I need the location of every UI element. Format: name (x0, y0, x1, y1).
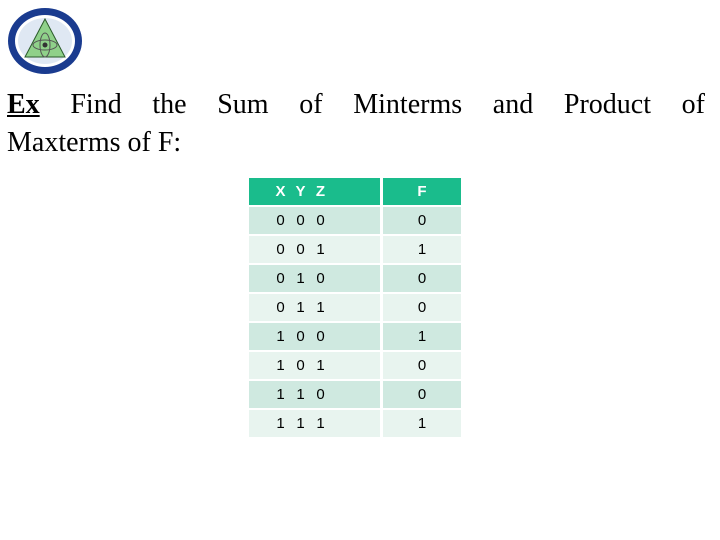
output-f-value: 0 (383, 294, 461, 323)
input-z-value: 0 (316, 386, 325, 403)
input-cell: 011 (249, 294, 383, 323)
header-f: F (383, 178, 461, 207)
university-seal-logo (5, 5, 83, 75)
truth-table: X Y Z F 00000011010001101001101011001111 (249, 178, 461, 439)
input-x-value: 0 (276, 241, 285, 258)
heading-word: Find (70, 89, 122, 120)
input-cell: 100 (249, 323, 383, 352)
input-x-value: 0 (276, 270, 285, 287)
heading-word: of (299, 89, 323, 120)
header-x: X (275, 183, 286, 200)
output-f-value: 1 (383, 323, 461, 352)
table-row: 1001 (249, 323, 461, 352)
input-x-value: 0 (276, 212, 285, 229)
table-row: 0100 (249, 265, 461, 294)
input-cell: 101 (249, 352, 383, 381)
exercise-label: Ex (7, 89, 40, 120)
header-y: Y (295, 183, 306, 200)
output-f-value: 0 (383, 352, 461, 381)
input-cell: 111 (249, 410, 383, 439)
input-z-value: 0 (316, 328, 325, 345)
table-row: 1010 (249, 352, 461, 381)
input-z-value: 0 (316, 212, 325, 229)
exercise-heading: Ex Find the Sum of Minterms and Product … (7, 86, 707, 162)
input-z-value: 0 (316, 270, 325, 287)
input-cell: 110 (249, 381, 383, 410)
input-y-value: 1 (296, 270, 305, 287)
input-y-value: 0 (296, 212, 305, 229)
output-f-value: 0 (383, 381, 461, 410)
input-cell: 001 (249, 236, 383, 265)
input-y-value: 1 (296, 415, 305, 432)
input-x-value: 0 (276, 299, 285, 316)
input-z-value: 1 (316, 299, 325, 316)
header-z: Z (315, 183, 326, 200)
input-x-value: 1 (276, 357, 285, 374)
input-x-value: 1 (276, 328, 285, 345)
output-f-value: 0 (383, 207, 461, 236)
heading-line-1: Ex Find the Sum of Minterms and Product … (7, 86, 705, 124)
table-row: 0000 (249, 207, 461, 236)
table-row: 1100 (249, 381, 461, 410)
input-cell: 000 (249, 207, 383, 236)
heading-line-2: Maxterms of F: (7, 127, 182, 158)
input-y-value: 0 (296, 328, 305, 345)
heading-word: the (152, 89, 187, 120)
output-f-value: 0 (383, 265, 461, 294)
input-z-value: 1 (316, 357, 325, 374)
heading-word: Product (563, 89, 651, 120)
input-x-value: 1 (276, 386, 285, 403)
table-row: 1111 (249, 410, 461, 439)
input-cell: 010 (249, 265, 383, 294)
output-f-value: 1 (383, 410, 461, 439)
table-row: 0110 (249, 294, 461, 323)
heading-word: of (681, 89, 705, 120)
heading-word: Minterms (353, 89, 463, 120)
input-y-value: 0 (296, 241, 305, 258)
input-z-value: 1 (316, 241, 325, 258)
header-inputs: X Y Z (249, 178, 383, 207)
input-z-value: 1 (316, 415, 325, 432)
input-y-value: 1 (296, 299, 305, 316)
input-y-value: 0 (296, 357, 305, 374)
table-row: 0011 (249, 236, 461, 265)
input-y-value: 1 (296, 386, 305, 403)
input-x-value: 1 (276, 415, 285, 432)
table-header-row: X Y Z F (249, 178, 461, 207)
output-f-value: 1 (383, 236, 461, 265)
heading-word: Sum (217, 89, 269, 120)
heading-word: and (492, 89, 534, 120)
